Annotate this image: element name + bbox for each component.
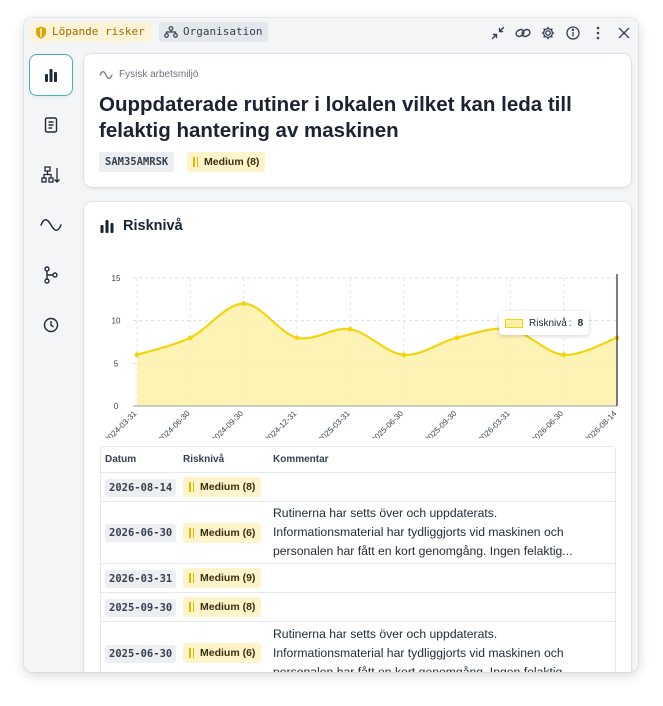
link-icon[interactable] xyxy=(513,23,533,43)
table-header-row: Datum Risknivå Kommentar xyxy=(101,447,615,473)
row-level-badge: Medium (9) xyxy=(183,568,262,588)
wave-icon xyxy=(40,219,62,231)
data-point xyxy=(134,352,140,358)
row-level-badge: Medium (6) xyxy=(183,522,262,543)
data-point xyxy=(561,352,567,358)
nav-risk-level[interactable] xyxy=(29,54,73,96)
bar-chart-icon xyxy=(100,220,114,233)
x-tick-label: 2024-12-31 xyxy=(263,409,299,438)
collapse-icon[interactable] xyxy=(488,23,508,43)
risk-title: Ouppdaterade rutiner i lokalen vilket ka… xyxy=(99,93,572,142)
risk-level-card: Risknivå 0 5 10 15 2024-03-31 2024-06-30 2024-… xyxy=(84,202,631,672)
row-level-badge: Medium (8) xyxy=(183,597,262,617)
risk-code: SAM35AMRSK xyxy=(99,152,175,172)
hierarchy-sort-icon xyxy=(41,166,60,183)
section-title: Risknivå xyxy=(123,218,183,234)
x-tick-label: 2026-06-30 xyxy=(530,409,566,438)
tooltip-value: 8 xyxy=(577,317,584,329)
row-comment: Rutinerna har setts över och uppdaterats… xyxy=(273,506,573,558)
bar-chart-icon xyxy=(45,69,57,82)
nav-history[interactable] xyxy=(29,304,73,346)
nav-wave[interactable] xyxy=(29,204,73,246)
table-row[interactable]: 2025-09-30 Medium (8) xyxy=(101,593,615,622)
row-level-text: Medium (6) xyxy=(200,526,256,539)
row-level-badge: Medium (6) xyxy=(183,643,262,663)
section-header: Risknivå xyxy=(99,218,183,234)
org-chart-icon xyxy=(164,26,178,38)
x-tick-label: 2026-08-14 xyxy=(583,409,619,438)
x-tick-label: 2024-06-30 xyxy=(156,409,192,438)
data-point xyxy=(347,326,353,332)
table-row[interactable]: 2026-03-31 Medium (9) xyxy=(101,564,615,593)
history-table: Datum Risknivå Kommentar 2026-08-14 Medi… xyxy=(100,446,616,672)
row-level-badge: Medium (8) xyxy=(183,477,262,497)
tag-organisation[interactable]: Organisation xyxy=(159,22,269,42)
y-tick-label: 15 xyxy=(112,274,121,283)
data-point xyxy=(294,335,300,341)
shield-icon xyxy=(36,26,46,38)
col-header-comment: Kommentar xyxy=(273,454,329,465)
table-row[interactable]: 2026-06-30 Medium (6) Rutinerna har sett… xyxy=(101,502,615,564)
risk-summary-card: Fysisk arbetsmiljö Ouppdaterade rutiner … xyxy=(84,54,631,187)
tooltip-swatch xyxy=(505,318,523,328)
clock-icon xyxy=(43,317,59,333)
data-point xyxy=(241,301,247,306)
category-text: Fysisk arbetsmiljö xyxy=(119,69,199,80)
row-level-text: Medium (8) xyxy=(200,481,256,493)
data-point xyxy=(401,352,407,358)
risk-level-badge: Medium (8) xyxy=(187,152,266,172)
top-bar: Löpande risker Organisation xyxy=(24,18,638,48)
chart-tooltip: Risknivå: 8 xyxy=(499,311,590,335)
tag-risk-label: Löpande risker xyxy=(52,25,145,38)
row-comment: Rutinerna har setts över och uppdaterats… xyxy=(273,626,564,673)
y-tick-label: 5 xyxy=(114,359,119,368)
x-tick-label: 2024-03-31 xyxy=(103,409,139,438)
row-level-text: Medium (6) xyxy=(200,647,256,659)
git-branch-icon xyxy=(44,266,58,284)
risk-level-chart: 0 5 10 15 2024-03-31 2024-06-30 2024-09-30 2024… xyxy=(103,274,620,438)
y-tick-label: 10 xyxy=(112,317,121,326)
data-point xyxy=(454,335,460,341)
row-level-text: Medium (8) xyxy=(200,601,256,613)
data-point xyxy=(187,335,193,341)
nav-document[interactable] xyxy=(29,104,73,146)
x-tick-label: 2026-03-31 xyxy=(476,409,512,438)
risk-level-text: Medium (8) xyxy=(204,156,260,168)
row-level-text: Medium (9) xyxy=(200,572,256,584)
row-date: 2025-06-30 xyxy=(105,644,177,663)
col-header-date: Datum xyxy=(105,454,137,465)
info-icon[interactable] xyxy=(563,23,583,43)
nav-hierarchy[interactable] xyxy=(29,154,73,196)
level-bars-icon xyxy=(193,157,198,167)
tooltip-label: Risknivå xyxy=(529,317,567,329)
app-window: Löpande risker Organisation Fysisk arbet… xyxy=(24,18,638,672)
category-label: Fysisk arbetsmiljö xyxy=(99,69,198,80)
close-icon[interactable] xyxy=(614,23,634,43)
x-tick-label: 2025-06-30 xyxy=(370,409,406,438)
x-tick-label: 2025-09-30 xyxy=(423,409,459,438)
table-row[interactable]: 2026-08-14 Medium (8) xyxy=(101,473,615,502)
wave-icon xyxy=(99,70,113,79)
tag-org-label: Organisation xyxy=(183,25,263,38)
x-tick-label: 2024-09-30 xyxy=(210,409,246,438)
nav-branch[interactable] xyxy=(29,254,73,296)
y-tick-label: 0 xyxy=(114,402,119,411)
row-date: 2026-06-30 xyxy=(105,524,177,542)
more-options-icon[interactable] xyxy=(588,23,608,43)
settings-gear-icon[interactable] xyxy=(538,23,558,43)
row-date: 2026-03-31 xyxy=(105,569,177,588)
x-tick-label: 2025-03-31 xyxy=(316,409,352,438)
document-icon xyxy=(44,117,58,133)
row-date: 2025-09-30 xyxy=(105,598,177,617)
row-date: 2026-08-14 xyxy=(105,478,177,497)
table-row[interactable]: 2025-06-30 Medium (6) Rutinerna har sett… xyxy=(101,622,615,672)
tag-lopande-risker[interactable]: Löpande risker xyxy=(30,22,151,42)
col-header-level: Risknivå xyxy=(183,454,225,465)
